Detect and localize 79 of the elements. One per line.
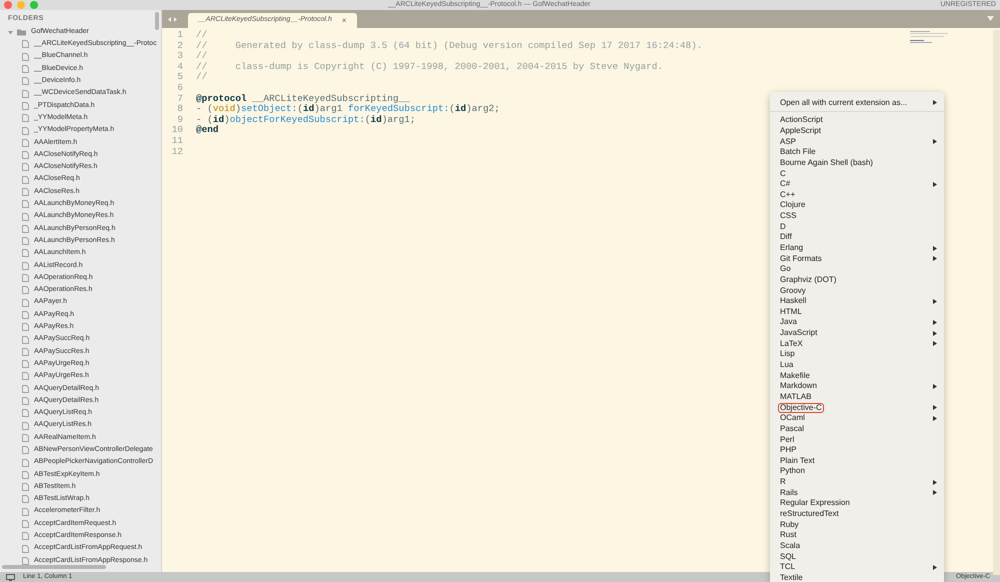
code-line: // class-dump is Copyright (C) 1997-1998, 2000-2001, 2004-2015 by Steve Nygard.: [196, 62, 663, 72]
menu-item[interactable]: Objective-C: [770, 402, 944, 413]
menu-item[interactable]: Markdown: [770, 381, 944, 392]
menu-item[interactable]: Open all with current extension as...: [770, 95, 944, 110]
menu-item[interactable]: MATLAB: [770, 392, 944, 402]
menu-item[interactable]: Scala: [770, 540, 944, 552]
dropdown-icon[interactable]: [987, 16, 994, 21]
code-line: @protocol __ARCLiteKeyedSubscripting__: [196, 94, 410, 104]
line-number: 2: [176, 40, 183, 52]
scrollbar-thumb[interactable]: [155, 12, 159, 30]
menu-item[interactable]: ASP: [770, 136, 944, 147]
menu-item[interactable]: TCL: [770, 562, 944, 573]
menu-item[interactable]: OCaml: [770, 412, 944, 424]
menu-item[interactable]: C++: [770, 189, 944, 200]
menu-item[interactable]: Git Formats: [770, 253, 944, 264]
menu-item[interactable]: Rust: [770, 530, 944, 541]
code-line: //: [196, 72, 208, 83]
menu-item[interactable]: Ruby: [770, 519, 944, 530]
line-number: 9: [176, 114, 183, 126]
menu-item[interactable]: Groovy: [770, 285, 944, 296]
menu-item[interactable]: C#: [770, 178, 944, 190]
menu-item[interactable]: Pascal: [770, 424, 944, 434]
menu-item[interactable]: Lua: [770, 360, 944, 370]
close-tab-button[interactable]: ×: [342, 16, 347, 24]
menu-item[interactable]: ActionScript: [770, 115, 944, 126]
menu-item[interactable]: R: [770, 476, 944, 488]
menu-item[interactable]: Erlang: [770, 242, 944, 254]
menu-item[interactable]: Textile: [770, 572, 944, 582]
menu-item[interactable]: Batch File: [770, 146, 944, 158]
menu-item[interactable]: D: [770, 221, 944, 232]
folder-icon: [17, 28, 26, 36]
code-line: - (id)objectForKeyedSubscript:(id)arg1;: [196, 114, 416, 125]
menu-item[interactable]: Regular Expression: [770, 498, 944, 509]
menu-item[interactable]: Perl: [770, 434, 944, 445]
menu-item[interactable]: LaTeX: [770, 338, 944, 350]
line-number: 3: [176, 51, 183, 62]
line-number: 12: [170, 146, 183, 158]
menu-item[interactable]: reStructuredText: [770, 508, 944, 520]
menu-item[interactable]: Graphviz (DOT): [770, 274, 944, 286]
close-button[interactable]: [4, 1, 12, 9]
menu-item[interactable]: HTML: [770, 306, 944, 318]
minimap-drawing[interactable]: [910, 30, 950, 44]
line-number: 4: [176, 62, 183, 72]
menu-item[interactable]: PHP: [770, 444, 944, 456]
scrollbar-thumb[interactable]: [2, 565, 106, 569]
menu-item[interactable]: Haskell: [770, 296, 944, 307]
menu-item[interactable]: JavaScript: [770, 328, 944, 338]
line-number: 6: [176, 82, 183, 94]
menu-item[interactable]: Bourne Again Shell (bash): [770, 158, 944, 168]
menu-item[interactable]: AppleScript: [770, 126, 944, 136]
back-forward-arrows-icon[interactable]: [168, 16, 177, 22]
menu-item[interactable]: Plain Text: [770, 456, 944, 466]
line-number: 1: [176, 30, 183, 41]
expanded-arrow-icon[interactable]: [8, 30, 13, 35]
line-number: 10: [170, 125, 183, 136]
line-number: 7: [176, 94, 183, 104]
zoom-button[interactable]: [30, 1, 38, 9]
code-line: //: [196, 51, 208, 62]
menu-item[interactable]: C: [770, 168, 944, 179]
line-number: 11: [170, 136, 183, 147]
menu-item[interactable]: CSS: [770, 210, 944, 222]
monitor-icon[interactable]: [6, 574, 15, 580]
code-line: //: [196, 30, 208, 41]
code-line: @end: [196, 125, 219, 136]
menu-item[interactable]: Clojure: [770, 200, 944, 211]
minimize-button[interactable]: [17, 1, 25, 9]
menu-item[interactable]: Java: [770, 317, 944, 328]
menu-item[interactable]: SQL: [770, 551, 944, 562]
line-number: 8: [176, 104, 183, 115]
menu-item[interactable]: Diff: [770, 232, 944, 243]
menu-item[interactable]: Python: [770, 466, 944, 477]
menu-item[interactable]: Rails: [770, 487, 944, 498]
code-line: - (void)setObject:(id)arg1 forKeyedSubscript:(id)arg2;: [196, 104, 500, 115]
line-number: 5: [176, 72, 183, 83]
menu-item[interactable]: Lisp: [770, 349, 944, 360]
code-line: // Generated by class-dump 3.5 (64 bit) (Debug version compiled Sep 17 2017 16:24:48).: [196, 40, 702, 51]
menu-item[interactable]: Go: [770, 264, 944, 275]
menu-item[interactable]: Makefile: [770, 370, 944, 382]
scrollbar-track[interactable]: [993, 30, 1000, 575]
